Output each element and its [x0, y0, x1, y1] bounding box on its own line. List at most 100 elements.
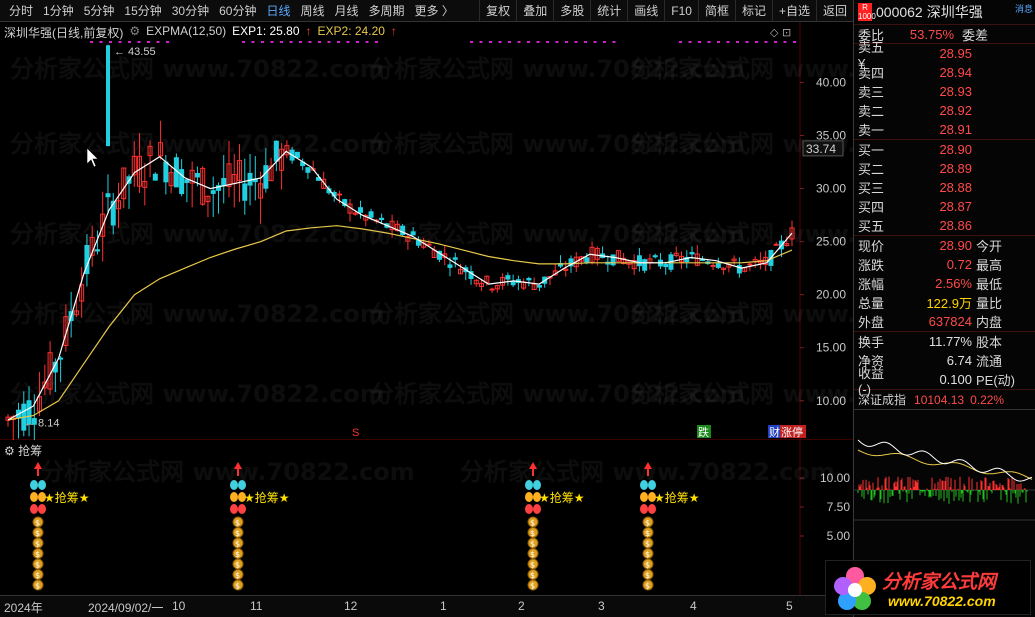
coin-icon: $: [235, 550, 240, 559]
s-marker: S: [352, 427, 359, 439]
signal-dot: [764, 41, 768, 43]
butterfly-icon: [230, 480, 238, 490]
bid-row: 买二 28.89: [854, 159, 1035, 178]
quote-row-label: 涨跌: [858, 258, 885, 273]
signal-dot: [717, 41, 720, 43]
butterfly-icon: [38, 504, 46, 514]
coin-icon: $: [530, 561, 535, 570]
signal-dot: [755, 41, 758, 43]
indicator-canvas[interactable]: 10.007.505.00分析家公式网 www.70822.com 分析家公式网 …: [0, 440, 853, 595]
bid-row-value: 28.87: [939, 199, 972, 214]
signal-dot: [508, 41, 511, 43]
up-arrow-icon: ↑: [390, 24, 397, 38]
period-tab[interactable]: 1分钟: [38, 0, 79, 22]
toolbar-button[interactable]: 统计: [590, 0, 627, 22]
settings-icon[interactable]: ⚙: [129, 24, 140, 41]
signal-dot: [337, 41, 340, 43]
period-tab[interactable]: 30分钟: [167, 0, 214, 22]
candle-body: [652, 255, 658, 258]
quote-row-value: 28.90: [939, 238, 972, 253]
quote-row: 外盘 637824 内盘: [854, 312, 1035, 331]
coin-icon: $: [530, 519, 535, 528]
candle-body: [242, 183, 248, 201]
candle-body: [526, 277, 532, 281]
candle-body: [368, 211, 374, 218]
candle-body: [489, 288, 495, 291]
signal-dot: [555, 41, 559, 43]
quote-row-label: 涨幅: [858, 277, 885, 292]
index-avg-line: [857, 449, 1033, 480]
signal-dot: [698, 41, 701, 43]
watermark-text: 分析家公式网 www.70822.com: [630, 380, 853, 408]
signal-dot: [308, 41, 312, 43]
butterfly-icon: [230, 492, 238, 502]
time-axis-label: 2024/09/02/一: [88, 601, 164, 615]
toolbar-button[interactable]: 多股: [553, 0, 590, 22]
toolbar-button[interactable]: 简框: [697, 0, 735, 22]
period-tab[interactable]: 15分钟: [119, 0, 166, 22]
stat-row-value: 0.100: [939, 372, 972, 387]
coin-icon: $: [35, 561, 40, 570]
signal-dot: [603, 41, 606, 43]
signal-dot: [707, 41, 711, 43]
butterfly-icon: [525, 480, 533, 490]
toolbar-button[interactable]: 画线: [627, 0, 664, 22]
signal-dot: [612, 41, 616, 43]
candle-body: [94, 249, 100, 252]
signal-dot: [479, 41, 483, 43]
toolbar-button[interactable]: 叠加: [516, 0, 553, 22]
y-tick-label: 15.00: [816, 341, 846, 355]
period-tab[interactable]: 分时: [4, 0, 38, 22]
period-tab[interactable]: 日线: [261, 0, 295, 22]
time-axis-label: 2024年: [4, 601, 43, 615]
candle-body: [379, 217, 385, 221]
coin-icon: $: [645, 582, 650, 591]
candle-body: [410, 231, 416, 236]
period-tab[interactable]: 更多 〉: [410, 0, 459, 22]
news-tag[interactable]: 消息: [1015, 2, 1033, 15]
kline-chart-canvas[interactable]: 40.0035.0030.0025.0020.0015.0010.00分析家公式…: [0, 22, 853, 440]
kline-chart[interactable]: 40.00 35.00 30.00 25.00 20.00 15.00 10.00 分析家公式…: [0, 22, 853, 440]
period-tab[interactable]: 周线: [295, 0, 329, 22]
toolbar-button[interactable]: 标记: [734, 0, 772, 22]
bid-row: 买三 28.88: [854, 178, 1035, 197]
period-tab[interactable]: 5分钟: [79, 0, 120, 22]
time-axis-label: 3: [598, 599, 605, 613]
butterfly-icon: [38, 480, 46, 490]
watermark-text: 分析家公式网 www.70822.com: [630, 300, 853, 328]
indicator-panel[interactable]: 10.00 7.50 5.00 分析家公式网 www.70822.com 分析家公式网 …: [0, 440, 853, 595]
candle-body: [452, 257, 458, 260]
period-tab[interactable]: 月线: [330, 0, 364, 22]
signal-label: ★抢筹★: [539, 490, 585, 505]
quote-row: 总量 122.9万 量比: [854, 293, 1035, 312]
signal-dot: [498, 41, 502, 43]
butterfly-icon: [238, 504, 246, 514]
period-tab[interactable]: 多周期: [364, 0, 410, 22]
toolbar-button[interactable]: +自选: [771, 0, 816, 22]
gear-icon[interactable]: ⚙: [4, 444, 18, 458]
coin-icon: $: [235, 561, 240, 570]
time-axis: 2024年 2024/09/02/一 10 11 12 1 2 3 4 5: [0, 595, 853, 617]
signal-dot: [251, 41, 255, 43]
candle-body: [584, 257, 590, 263]
index-mini-chart[interactable]: [854, 420, 1035, 560]
stock-header: R 1000 000062 深圳华强 消息: [854, 0, 1035, 25]
indicator-label[interactable]: EXPMA(12,50): [146, 24, 226, 41]
y-tick-label: 30.00: [816, 182, 846, 196]
coin-icon: $: [235, 540, 240, 549]
time-axis-label: 10: [172, 599, 186, 613]
y-tick-label: 7.50: [827, 500, 851, 514]
event-tag: 涨停: [781, 425, 803, 439]
toolbar-button[interactable]: 返回: [815, 0, 853, 22]
site-logo: 分析家公式网 www.70822.com: [825, 560, 1031, 615]
signal-dot: [584, 41, 587, 43]
toolbar-button[interactable]: 复权: [479, 0, 516, 22]
candle-body: [773, 243, 779, 246]
quote-row-label: 现价: [858, 239, 885, 254]
signal-dot: [688, 41, 692, 43]
toolbar-button[interactable]: F10: [664, 0, 698, 22]
indicator-name: 抢筹: [18, 444, 43, 458]
bid-row-value: 28.88: [939, 180, 972, 195]
quote-row: 涨跌 0.72 最高: [854, 255, 1035, 274]
period-tab[interactable]: 60分钟: [214, 0, 261, 22]
